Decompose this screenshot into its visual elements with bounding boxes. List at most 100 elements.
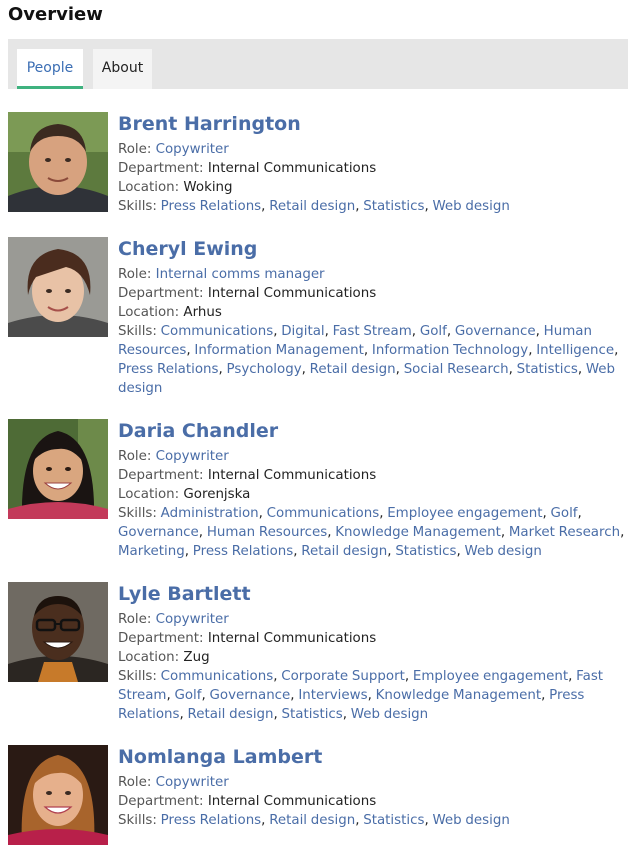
skill-link[interactable]: Interviews [298,688,367,703]
skill-link[interactable]: Fast Stream [333,324,412,339]
skill-link[interactable]: Information Technology [372,343,528,358]
skills-label: Skills: [118,813,157,828]
skill-link[interactable]: Communications [161,669,274,684]
skill-link[interactable]: Web design [432,813,509,828]
department-value: Internal Communications [207,286,377,301]
role-link[interactable]: Copywriter [156,612,229,627]
skill-link[interactable]: Statistics [517,362,578,377]
skill-link[interactable]: Psychology [227,362,302,377]
skill-link[interactable]: Golf [420,324,447,339]
skills-list: Communications, Digital, Fast Stream, Go… [118,324,618,396]
location-label: Location: [118,180,180,195]
role-line: Role: Copywriter [118,610,628,629]
skills-label: Skills: [118,324,157,339]
skill-link[interactable]: Marketing [118,544,185,559]
skill-link[interactable]: Web design [351,707,428,722]
person-name[interactable]: Brent Harrington [118,112,301,136]
department-line: Department: Internal Communications [118,629,628,648]
role-link[interactable]: Copywriter [156,449,229,464]
skill-link[interactable]: Administration [161,506,259,521]
skill-separator: , [456,544,465,559]
person-name[interactable]: Lyle Bartlett [118,582,251,606]
role-link[interactable]: Internal comms manager [156,267,325,282]
department-value: Internal Communications [207,631,377,646]
location-line: Location: Woking [118,178,628,197]
skill-link[interactable]: Retail design [269,199,355,214]
department-label: Department: [118,794,204,809]
location-label: Location: [118,650,180,665]
tab-about[interactable]: About [93,49,152,89]
department-line: Department: Internal Communications [118,284,628,303]
role-line: Role: Copywriter [118,140,628,159]
skill-link[interactable]: Golf [174,688,201,703]
skill-link[interactable]: Press Relations [161,813,262,828]
skill-link[interactable]: Statistics [363,813,424,828]
skill-link[interactable]: Knowledge Management [376,688,542,703]
skill-link[interactable]: Golf [551,506,578,521]
role-link[interactable]: Copywriter [156,775,229,790]
skill-link[interactable]: Governance [455,324,536,339]
skill-link[interactable]: Digital [281,324,324,339]
person-name[interactable]: Daria Chandler [118,419,278,443]
skill-separator: , [324,324,333,339]
skill-link[interactable]: Communications [161,324,274,339]
department-value: Internal Communications [207,161,377,176]
role-line: Role: Copywriter [118,773,628,792]
avatar[interactable] [8,745,108,845]
skill-separator: , [528,343,537,358]
skill-link[interactable]: Information Management [194,343,363,358]
skills-line: Skills: Administration, Communications, … [118,504,628,561]
skill-link[interactable]: Statistics [395,544,456,559]
skill-separator: , [577,362,586,377]
avatar[interactable] [8,237,108,337]
skill-separator: , [301,362,310,377]
skills-list: Administration, Communications, Employee… [118,506,624,559]
skill-separator: , [218,362,227,377]
department-line: Department: Internal Communications [118,466,628,485]
skill-link[interactable]: Web design [465,544,542,559]
skill-link[interactable]: Social Research [404,362,509,377]
avatar[interactable] [8,419,108,519]
skill-separator: , [342,707,351,722]
skill-separator: , [411,324,420,339]
skill-link[interactable]: Knowledge Management [335,525,501,540]
skill-separator: , [577,506,582,521]
skill-link[interactable]: Intelligence [536,343,614,358]
skill-link[interactable]: Statistics [363,199,424,214]
skill-separator: , [261,199,270,214]
skill-link[interactable]: Press Relations [161,199,262,214]
department-value: Internal Communications [207,468,377,483]
person-name[interactable]: Nomlanga Lambert [118,745,322,769]
location-value: Gorenjska [183,487,251,502]
role-label: Role: [118,612,152,627]
skill-separator: , [273,707,282,722]
skill-link[interactable]: Press Relations [193,544,294,559]
skill-link[interactable]: Employee engagement [413,669,568,684]
tab-bar: People About [8,39,628,89]
tab-people[interactable]: People [17,49,83,89]
person-name[interactable]: Cheryl Ewing [118,237,257,261]
department-value: Internal Communications [207,794,377,809]
skill-link[interactable]: Human Resources [207,525,327,540]
skills-line: Skills: Communications, Corporate Suppor… [118,667,628,724]
skill-separator: , [620,525,625,540]
skill-link[interactable]: Retail design [188,707,274,722]
skill-link[interactable]: Retail design [310,362,396,377]
skill-link[interactable]: Corporate Support [281,669,405,684]
skill-link[interactable]: Market Research [509,525,620,540]
avatar[interactable] [8,112,108,212]
skill-link[interactable]: Retail design [301,544,387,559]
skill-link[interactable]: Press Relations [118,362,219,377]
skill-link[interactable]: Statistics [282,707,343,722]
skill-link[interactable]: Communications [267,506,380,521]
role-label: Role: [118,142,152,157]
avatar[interactable] [8,582,108,682]
skill-link[interactable]: Web design [432,199,509,214]
skills-label: Skills: [118,506,157,521]
skill-link[interactable]: Governance [210,688,291,703]
department-label: Department: [118,468,204,483]
skill-link[interactable]: Retail design [269,813,355,828]
role-link[interactable]: Copywriter [156,142,229,157]
skill-link[interactable]: Governance [118,525,199,540]
skill-link[interactable]: Employee engagement [387,506,542,521]
